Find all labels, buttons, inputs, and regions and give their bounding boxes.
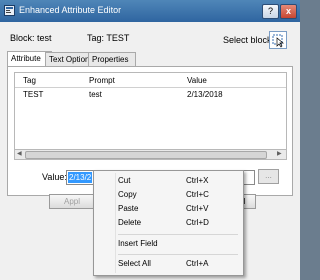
menu-item-delete[interactable]: Delete Ctrl+D: [94, 217, 243, 230]
value-selected-text: 2/13/2: [68, 172, 93, 183]
horizontal-scrollbar[interactable]: ◀ ▶: [14, 149, 287, 160]
menu-item-select-all[interactable]: Select All Ctrl+A: [94, 258, 243, 271]
column-header-tag[interactable]: Tag: [23, 76, 36, 85]
row-value: 2/13/2018: [187, 90, 223, 99]
enhanced-attribute-editor-window: Enhanced Attribute Editor ? x Block: tes…: [0, 0, 300, 280]
menu-item-paste[interactable]: Paste Ctrl+V: [94, 203, 243, 216]
close-button[interactable]: x: [280, 4, 297, 19]
scrollbar-thumb[interactable]: [25, 151, 267, 159]
row-tag: TEST: [23, 90, 44, 99]
column-header-prompt[interactable]: Prompt: [89, 76, 115, 85]
select-objects-icon: [272, 34, 284, 48]
menu-item-copy[interactable]: Copy Ctrl+C: [94, 189, 243, 202]
menu-item-shortcut: Ctrl+C: [186, 190, 209, 199]
attribute-grid[interactable]: Tag Prompt Value TEST test 2/13/2018: [14, 72, 287, 150]
menu-item-label: Cut: [118, 176, 131, 185]
block-label: Block: test: [10, 33, 52, 43]
menu-item-label: Insert Field: [118, 239, 158, 248]
menu-item-insert-field[interactable]: Insert Field: [94, 238, 243, 251]
scroll-left-icon[interactable]: ◀: [17, 150, 22, 157]
menu-separator: [118, 234, 238, 235]
help-button[interactable]: ?: [262, 4, 279, 19]
window-title: Enhanced Attribute Editor: [19, 5, 122, 15]
menu-item-shortcut: Ctrl+A: [186, 259, 209, 268]
menu-item-label: Paste: [118, 204, 139, 213]
value-label: Value:: [42, 172, 67, 182]
grid-header: Tag Prompt Value: [15, 73, 286, 88]
insert-field-button[interactable]: ...: [258, 169, 279, 184]
scroll-right-icon[interactable]: ▶: [277, 150, 282, 157]
menu-item-shortcut: Ctrl+V: [186, 204, 209, 213]
row-prompt: test: [89, 90, 102, 99]
menu-item-shortcut: Ctrl+X: [186, 176, 209, 185]
app-icon: [4, 5, 15, 16]
select-block-button[interactable]: [269, 31, 287, 49]
column-header-value[interactable]: Value: [187, 76, 207, 85]
tag-label: Tag: TEST: [87, 33, 130, 43]
tab-properties[interactable]: Properties: [88, 52, 136, 66]
menu-item-shortcut: Ctrl+D: [186, 218, 209, 227]
title-bar[interactable]: Enhanced Attribute Editor ? x: [0, 0, 300, 22]
apply-button[interactable]: Appl: [49, 194, 95, 209]
menu-item-label: Select All: [118, 259, 151, 268]
menu-item-label: Copy: [118, 190, 137, 199]
select-block-label: Select block: [223, 35, 272, 45]
table-row[interactable]: TEST test 2/13/2018: [15, 88, 286, 101]
context-menu: Cut Ctrl+X Copy Ctrl+C Paste Ctrl+V Dele…: [93, 170, 244, 276]
menu-item-label: Delete: [118, 218, 142, 227]
menu-item-cut[interactable]: Cut Ctrl+X: [94, 175, 243, 188]
menu-separator: [118, 254, 238, 255]
